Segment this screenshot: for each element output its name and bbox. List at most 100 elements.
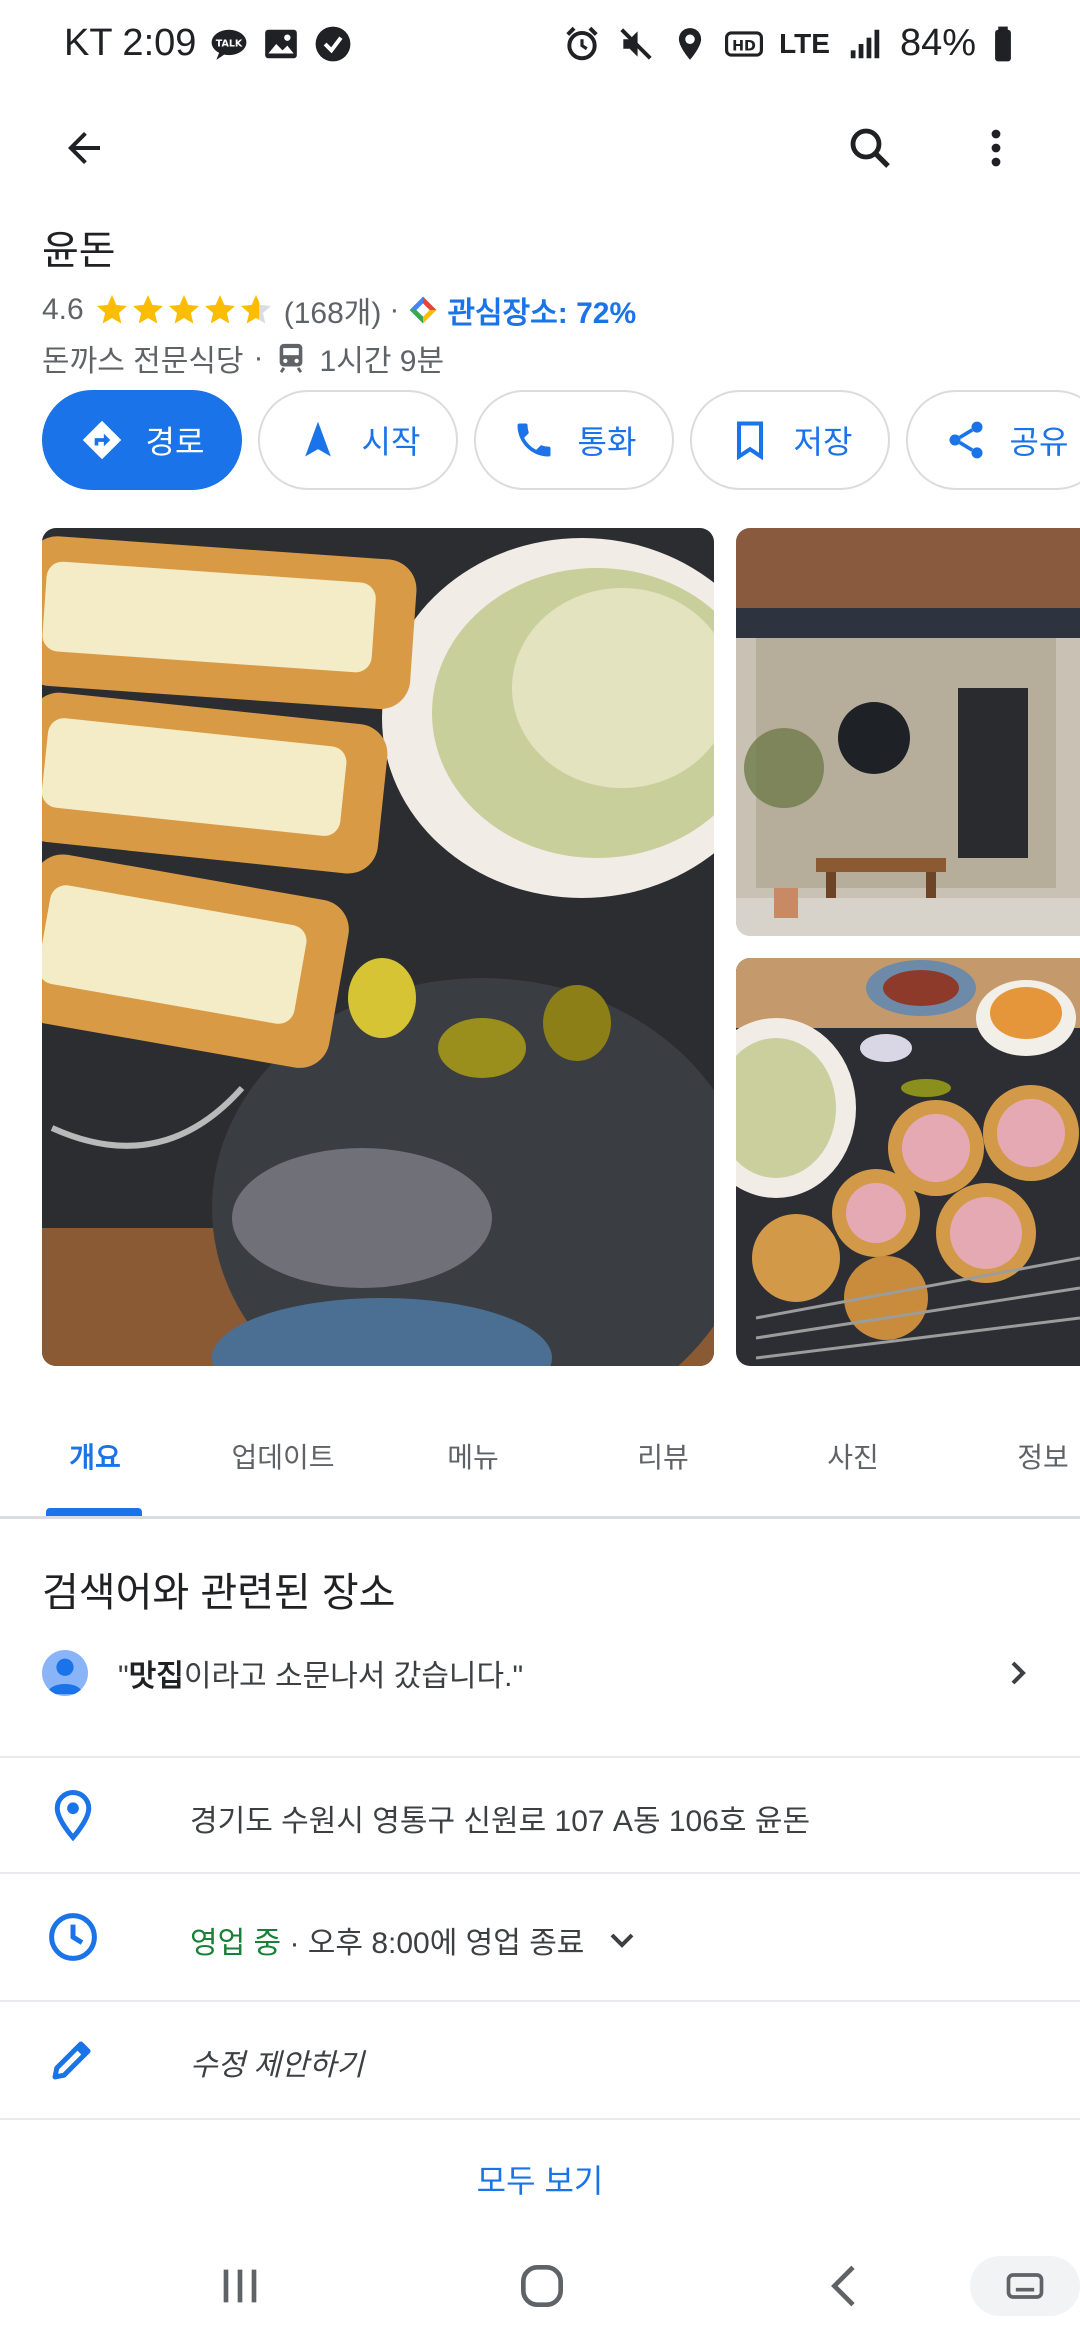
share-icon [949, 421, 983, 459]
hours-row[interactable]: 영업 중 · 오후 8:00에 영업 종료 [0, 1874, 1080, 2000]
more-options-button[interactable] [960, 112, 1032, 184]
tab-photos[interactable]: 사진 [800, 1436, 906, 1476]
address-text: 경기도 수원시 영통구 신원로 107 A동 106호 윤돈 [190, 1805, 811, 1838]
storefront-photo [736, 528, 1080, 936]
recent-apps-button[interactable] [212, 2258, 268, 2319]
hours-text: 영업 중 · 오후 8:00에 영업 종료 [190, 1918, 642, 1962]
navigation-icon [304, 421, 331, 457]
directions-button[interactable]: 경로 [42, 390, 242, 490]
call-label: 통화 [577, 424, 637, 460]
signal-icon [846, 25, 884, 63]
home-icon [521, 2265, 563, 2307]
save-button[interactable]: 저장 [690, 390, 890, 490]
category-label: 돈까스 전문식당 [42, 345, 244, 378]
directions-label: 경로 [145, 424, 205, 460]
category-row: 돈까스 전문식당 · 1시간 9분 [42, 336, 444, 380]
chevron-down-icon[interactable] [602, 1920, 642, 1960]
bookmark-icon [736, 421, 763, 461]
transit-time: 1시간 9분 [319, 345, 445, 378]
tab-updates[interactable]: 업데이트 [218, 1436, 348, 1476]
directions-icon [82, 420, 121, 460]
address-row[interactable]: 경기도 수원시 영통구 신원로 107 A동 106호 윤돈 [0, 1758, 1080, 1872]
rating-row[interactable]: 4.6 (168개) · 관심장소: 72% [42, 288, 636, 332]
saved-icon [407, 294, 439, 326]
person-icon [47, 1658, 83, 1695]
search-button[interactable] [834, 112, 906, 184]
tab-about[interactable]: 정보 [990, 1436, 1080, 1476]
suggest-edit-label: 수정 제안하기 [190, 2049, 364, 2082]
gallery-icon [262, 25, 300, 63]
status-left: KT 2:09 TALK [64, 22, 352, 65]
tab-bar: 개요 업데이트 메뉴 리뷰 사진 정보 [0, 1400, 1080, 1519]
star-icon [168, 295, 199, 324]
keyboard-toggle-button[interactable] [970, 2256, 1080, 2316]
save-label: 저장 [793, 424, 853, 460]
tab-overview[interactable]: 개요 [42, 1436, 148, 1476]
separator: · [253, 341, 264, 374]
system-nav-bar [0, 2230, 1080, 2340]
quote-open: " [118, 1660, 129, 1693]
tab-menu[interactable]: 메뉴 [420, 1436, 526, 1476]
recents-icon [223, 2269, 257, 2303]
review-count: (168개) [283, 297, 382, 330]
keyboard-icon [1006, 2273, 1044, 2299]
start-label: 시작 [361, 424, 421, 460]
action-chips: 경로 시작 통화 저장 공유 [42, 390, 1080, 490]
network-label: LTE [779, 27, 830, 59]
svg-text:HD: HD [732, 38, 756, 54]
saved-percentage[interactable]: 관심장소: 72% [447, 288, 636, 332]
start-button[interactable]: 시작 [258, 390, 458, 490]
photo-exterior[interactable] [736, 528, 1080, 936]
tab-reviews[interactable]: 리뷰 [610, 1436, 716, 1476]
battery-percent: 84% [899, 22, 976, 64]
call-button[interactable]: 통화 [474, 390, 674, 490]
separator: · [389, 293, 400, 326]
review-rest: 이라고 소문나서 갔습니다." [183, 1660, 524, 1693]
rating-value: 4.6 [42, 293, 84, 326]
battery-icon [992, 25, 1014, 63]
transit-icon [274, 341, 308, 375]
status-bar: KT 2:09 TALK HD LTE 84% [0, 0, 1080, 96]
status-right: HD LTE 84% [563, 22, 1014, 65]
star-icon [132, 295, 163, 324]
cutlet-photo [736, 958, 1080, 1366]
share-button[interactable]: 공유 [906, 390, 1080, 490]
clock-icon [46, 1910, 100, 1964]
food-photo [42, 528, 714, 1366]
edit-pencil-icon [46, 2032, 100, 2086]
svg-text:TALK: TALK [216, 38, 243, 49]
star-icon [240, 295, 271, 324]
back-button[interactable] [48, 112, 120, 184]
location-pin-icon [46, 1788, 100, 1842]
avatar [42, 1650, 88, 1696]
active-tab-indicator [46, 1508, 142, 1516]
place-name: 윤돈 [42, 229, 116, 273]
review-snippet: "맛집이라고 소문나서 갔습니다." [118, 1651, 998, 1695]
star-icon [96, 295, 127, 324]
search-icon [850, 128, 890, 168]
suggest-edit-row[interactable]: 수정 제안하기 [0, 2002, 1080, 2118]
see-all-button[interactable]: 모두 보기 [0, 2156, 1080, 2202]
open-status: 영업 중 [190, 1927, 282, 1960]
photo-main[interactable] [42, 528, 714, 1366]
star-icon [204, 295, 235, 324]
carrier-time: KT 2:09 [64, 22, 197, 64]
alarm-icon [563, 25, 601, 63]
divider [0, 2118, 1080, 2120]
mute-icon [617, 25, 655, 63]
phone-icon [517, 423, 551, 457]
closing-time: · 오후 8:00에 영업 종료 [281, 1927, 585, 1960]
talk-icon: TALK [210, 25, 248, 63]
arrow-back-icon [68, 132, 100, 164]
chevron-left-icon [831, 2265, 855, 2307]
star-rating [94, 292, 274, 328]
review-keyword: 맛집 [128, 1660, 184, 1693]
home-button[interactable] [514, 2258, 570, 2319]
related-review-row[interactable]: "맛집이라고 소문나서 갔습니다." [42, 1650, 1038, 1696]
related-title: 검색어와 관련된 장소 [42, 1571, 396, 1615]
photo-dish[interactable] [736, 958, 1080, 1366]
hd-icon: HD [725, 25, 764, 63]
system-back-button[interactable] [818, 2258, 874, 2319]
location-status-icon [671, 25, 709, 63]
check-app-icon [314, 25, 352, 63]
